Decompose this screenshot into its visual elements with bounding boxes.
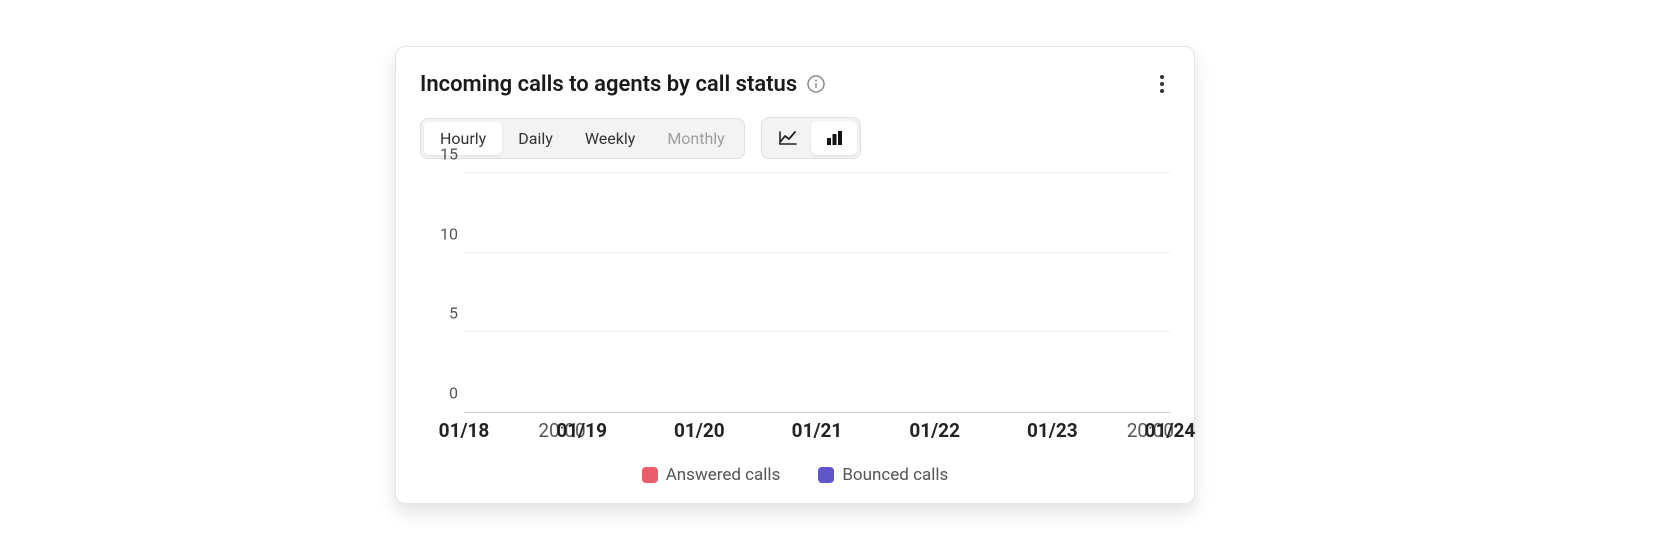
x-axis: 01/1820:0001/1901/2001/2101/2201/2320:00… bbox=[464, 419, 1170, 447]
chart-area: 0 5 10 15 bbox=[420, 173, 1170, 413]
chart-card: Incoming calls to agents by call status … bbox=[395, 46, 1195, 504]
title-wrap: Incoming calls to agents by call status bbox=[420, 72, 825, 97]
more-menu-button[interactable] bbox=[1154, 69, 1170, 99]
ytick-10: 10 bbox=[424, 224, 458, 243]
card-header: Incoming calls to agents by call status bbox=[420, 69, 1170, 99]
legend-bounced[interactable]: Bounced calls bbox=[818, 465, 948, 485]
xtick: 01/22 bbox=[909, 419, 960, 442]
plot-area: 0 5 10 15 bbox=[464, 173, 1170, 413]
xtick: 01/18 bbox=[439, 419, 490, 442]
bars-layer bbox=[464, 173, 1170, 412]
swatch-bounced bbox=[818, 467, 834, 483]
line-chart-button[interactable] bbox=[765, 121, 811, 155]
bar-chart-button[interactable] bbox=[811, 121, 857, 155]
xtick: 01/20 bbox=[674, 419, 725, 442]
legend-answered-label: Answered calls bbox=[666, 465, 781, 485]
legend-answered[interactable]: Answered calls bbox=[642, 465, 781, 485]
legend: Answered calls Bounced calls bbox=[420, 465, 1170, 485]
ytick-0: 0 bbox=[424, 384, 458, 403]
range-selector: Hourly Daily Weekly Monthly bbox=[420, 118, 745, 159]
ytick-5: 5 bbox=[424, 304, 458, 323]
range-daily[interactable]: Daily bbox=[502, 122, 569, 155]
xtick: 01/21 bbox=[792, 419, 843, 442]
ytick-15: 15 bbox=[424, 145, 458, 164]
swatch-answered bbox=[642, 467, 658, 483]
legend-bounced-label: Bounced calls bbox=[842, 465, 948, 485]
range-monthly: Monthly bbox=[651, 122, 740, 155]
xtick: 01/23 bbox=[1027, 419, 1078, 442]
xtick: 01/24 bbox=[1145, 419, 1196, 442]
xtick: 01/19 bbox=[556, 419, 607, 442]
card-title: Incoming calls to agents by call status bbox=[420, 72, 797, 97]
controls-row: Hourly Daily Weekly Monthly bbox=[420, 117, 1170, 159]
range-weekly[interactable]: Weekly bbox=[569, 122, 652, 155]
viz-selector bbox=[761, 117, 861, 159]
info-icon[interactable] bbox=[807, 75, 825, 93]
